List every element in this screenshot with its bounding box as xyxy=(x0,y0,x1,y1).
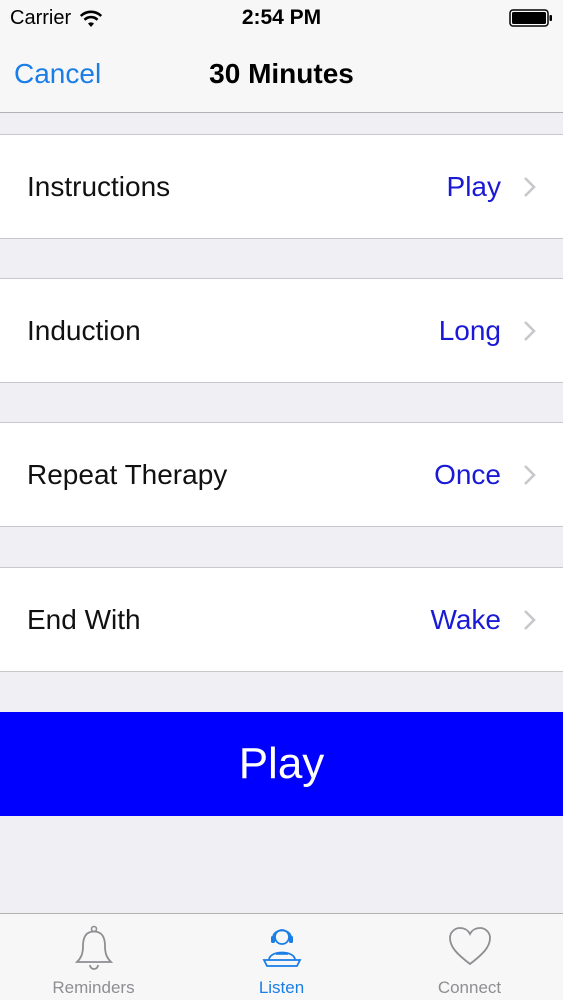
chevron-right-icon xyxy=(524,177,536,197)
row-label: Instructions xyxy=(27,171,171,202)
play-button[interactable]: Play xyxy=(0,712,563,816)
row-label: End With xyxy=(27,604,141,635)
chevron-right-icon xyxy=(524,610,536,630)
battery-icon xyxy=(509,9,552,27)
row-value: Play xyxy=(446,171,501,202)
chevron-right-icon xyxy=(524,321,536,341)
row-value: Wake xyxy=(430,604,501,635)
tab-label: Reminders xyxy=(52,978,135,997)
bell-icon xyxy=(74,925,114,970)
row-value: Once xyxy=(434,459,501,490)
heart-icon xyxy=(449,927,491,966)
row-label: Induction xyxy=(27,315,141,346)
listener-headset-icon xyxy=(262,929,302,967)
status-bar: Carrier 2:54 PM xyxy=(0,0,563,36)
tab-label: Connect xyxy=(437,978,502,997)
row-repeat-therapy[interactable]: Repeat Therapy Once xyxy=(0,422,563,527)
chevron-right-icon xyxy=(524,465,536,485)
tab-connect[interactable]: Connect xyxy=(376,914,563,1000)
row-label: Repeat Therapy xyxy=(27,459,228,490)
tab-listen[interactable]: Listen xyxy=(188,914,375,1000)
tab-label: Listen xyxy=(258,978,305,997)
row-end-with[interactable]: End With Wake xyxy=(0,567,563,672)
page-title: 30 Minutes xyxy=(209,58,354,89)
row-induction[interactable]: Induction Long xyxy=(0,278,563,383)
tab-bar: Reminders Listen Connect xyxy=(0,913,563,1000)
navigation-bar: Cancel 30 Minutes xyxy=(0,36,563,113)
row-instructions[interactable]: Instructions Play xyxy=(0,134,563,239)
status-time: 2:54 PM xyxy=(241,6,322,29)
tab-reminders[interactable]: Reminders xyxy=(0,914,187,1000)
row-value: Long xyxy=(438,315,501,346)
